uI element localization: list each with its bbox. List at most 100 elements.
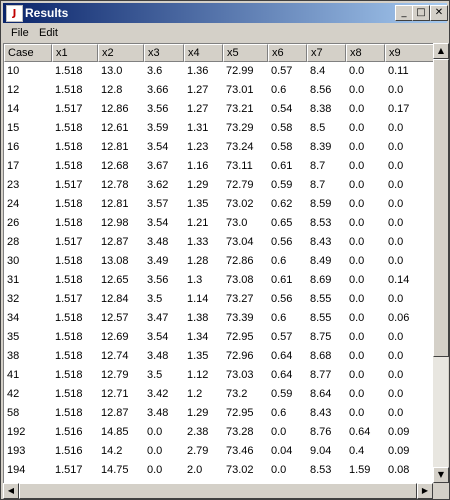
table-cell: 12 <box>7 84 20 96</box>
table-cell: 0.04 <box>271 445 293 457</box>
menu-edit[interactable]: Edit <box>35 26 62 41</box>
table-cell: 3.48 <box>147 407 169 419</box>
table-cell: 73.01 <box>226 84 254 96</box>
table-row[interactable]: 16 1.518 12.81 3.54 1.23 73.24 0.58 8.39 0.0 0.0 <box>4 138 434 157</box>
table-cell: 0.0 <box>388 198 404 210</box>
table-row[interactable]: 10 1.518 13.0 3.6 1.36 72.99 0.57 8.4 0.0 0.11 <box>4 62 434 81</box>
table-row[interactable]: 26 1.518 12.98 3.54 1.21 73.0 0.65 8.53 0.0 0.0 <box>4 214 434 233</box>
table-row[interactable]: 58 1.518 12.87 3.48 1.29 72.95 0.6 8.43 0.0 0.0 <box>4 404 434 423</box>
table-cell: 1.517 <box>55 103 83 115</box>
table-row[interactable]: 12 1.518 12.8 3.66 1.27 73.01 0.6 8.56 0.0 0.0 <box>4 81 434 100</box>
column-header-x5[interactable]: x5 <box>223 44 268 62</box>
table-row[interactable]: 42 1.518 12.71 3.42 1.2 73.2 0.59 8.64 0.0 0.0 <box>4 385 434 404</box>
scroll-right-icon[interactable]: ▶ <box>417 483 433 499</box>
table-cell: 73.0 <box>226 217 248 229</box>
table-cell: 72.95 <box>226 331 254 343</box>
scroll-left-icon[interactable]: ◀ <box>3 483 19 499</box>
table-cell: 1.518 <box>55 160 83 172</box>
table-cell: 0.6 <box>271 255 287 267</box>
table-cell: 26 <box>7 217 20 229</box>
table-row[interactable]: 23 1.517 12.78 3.62 1.29 72.79 0.59 8.7 0.0 0.0 <box>4 176 434 195</box>
table-cell: 3.54 <box>147 331 169 343</box>
table-cell: 0.6 <box>271 84 287 96</box>
table-cell: 23 <box>7 179 20 191</box>
results-window: J Results _ □ ✕ File Edit Case x1 x2 x3 x4 x5… <box>0 0 450 500</box>
column-header-x9[interactable]: x9 <box>385 44 434 62</box>
table-row[interactable]: 41 1.518 12.79 3.5 1.12 73.03 0.64 8.77 0.0 0.0 <box>4 366 434 385</box>
table-cell: 1.59 <box>349 464 371 476</box>
table-cell: 73.02 <box>226 464 254 476</box>
table-cell: 0.0 <box>388 160 404 172</box>
column-header-x4[interactable]: x4 <box>184 44 223 62</box>
table-cell: 3.57 <box>147 198 169 210</box>
column-header-x3[interactable]: x3 <box>144 44 184 62</box>
table-cell: 0.65 <box>271 217 293 229</box>
horizontal-scroll-thumb[interactable] <box>19 483 417 499</box>
table-cell: 8.77 <box>310 369 332 381</box>
table-cell: 192 <box>7 426 26 438</box>
table-cell: 2.38 <box>187 426 209 438</box>
results-table: Case x1 x2 x3 x4 x5 x6 x7 x8 x9 10 1.518 13.0 3.6 1.3… <box>3 43 434 484</box>
table-cell: 30 <box>7 255 20 267</box>
table-row[interactable]: 31 1.518 12.65 3.56 1.3 73.08 0.61 8.69 0.0 0.14 <box>4 271 434 290</box>
table-row[interactable]: 24 1.518 12.81 3.57 1.35 73.02 0.62 8.59 0.0 0.0 <box>4 195 434 214</box>
vertical-scrollbar[interactable]: ▲ ▼ <box>433 43 449 483</box>
table-cell: 3.66 <box>147 84 169 96</box>
table-row[interactable]: 30 1.518 13.08 3.49 1.28 72.86 0.6 8.49 0.0 0.0 <box>4 252 434 271</box>
table-cell: 194 <box>7 464 26 476</box>
table-cell: 0.0 <box>349 236 365 248</box>
table-cell: 28 <box>7 236 20 248</box>
table-cell: 0.0 <box>147 464 163 476</box>
table-cell: 8.68 <box>310 350 332 362</box>
minimize-button[interactable]: _ <box>395 5 413 21</box>
table-cell: 34 <box>7 312 20 324</box>
column-header-case[interactable]: Case <box>4 44 52 62</box>
horizontal-scrollbar[interactable]: ◀ ▶ <box>3 483 433 499</box>
table-cell: 73.46 <box>226 445 254 457</box>
table-cell: 8.7 <box>310 160 326 172</box>
table-cell: 0.0 <box>388 122 404 134</box>
table-cell: 0.58 <box>271 122 293 134</box>
vertical-scroll-thumb[interactable] <box>433 59 449 357</box>
maximize-button[interactable]: □ <box>412 5 430 21</box>
title-bar[interactable]: J Results _ □ ✕ <box>3 3 448 23</box>
table-cell: 0.0 <box>349 65 365 77</box>
column-header-x1[interactable]: x1 <box>52 44 98 62</box>
close-button[interactable]: ✕ <box>430 5 448 21</box>
table-cell: 0.62 <box>271 198 293 210</box>
table-row[interactable]: 193 1.516 14.2 0.0 2.79 73.46 0.04 9.04 0.4 0.09 <box>4 442 434 461</box>
table-cell: 1.518 <box>55 84 83 96</box>
table-cell: 0.4 <box>349 445 365 457</box>
column-header-x6[interactable]: x6 <box>268 44 307 62</box>
column-header-x7[interactable]: x7 <box>307 44 346 62</box>
table-row[interactable]: 194 1.517 14.75 0.0 2.0 73.02 0.0 8.53 1.59 0.08 <box>4 461 434 480</box>
table-cell: 2.79 <box>187 445 209 457</box>
table-cell: 1.516 <box>55 426 83 438</box>
menu-file[interactable]: File <box>7 26 33 41</box>
table-cell: 0.0 <box>349 122 365 134</box>
table-cell: 15 <box>7 122 20 134</box>
table-row[interactable]: 192 1.516 14.85 0.0 2.38 73.28 0.0 8.76 0.64 0.09 <box>4 423 434 442</box>
table-cell: 1.2 <box>187 388 203 400</box>
table-cell: 0.0 <box>388 255 404 267</box>
table-cell: 31 <box>7 274 20 286</box>
table-cell: 14.75 <box>101 464 129 476</box>
table-row[interactable]: 15 1.518 12.61 3.59 1.31 73.29 0.58 8.5 0.0 0.0 <box>4 119 434 138</box>
table-row[interactable]: 32 1.517 12.84 3.5 1.14 73.27 0.56 8.55 0.0 0.0 <box>4 290 434 309</box>
table-cell: 1.36 <box>187 65 209 77</box>
table-row[interactable]: 14 1.517 12.86 3.56 1.27 73.21 0.54 8.38 0.0 0.17 <box>4 100 434 119</box>
table-cell: 8.76 <box>310 426 332 438</box>
scroll-down-icon[interactable]: ▼ <box>433 467 449 483</box>
table-row[interactable]: 34 1.518 12.57 3.47 1.38 73.39 0.6 8.55 0.0 0.06 <box>4 309 434 328</box>
column-header-x8[interactable]: x8 <box>346 44 385 62</box>
table-row[interactable]: 35 1.518 12.69 3.54 1.34 72.95 0.57 8.75 0.0 0.0 <box>4 328 434 347</box>
table-cell: 0.09 <box>388 426 410 438</box>
table-row[interactable]: 28 1.517 12.87 3.48 1.33 73.04 0.56 8.43 0.0 0.0 <box>4 233 434 252</box>
scroll-up-icon[interactable]: ▲ <box>433 43 449 59</box>
table-row[interactable]: 38 1.518 12.74 3.48 1.35 72.96 0.64 8.68 0.0 0.0 <box>4 347 434 366</box>
column-header-x2[interactable]: x2 <box>98 44 144 62</box>
table-cell: 0.59 <box>271 388 293 400</box>
table-cell: 3.49 <box>147 255 169 267</box>
table-cell: 0.64 <box>271 350 293 362</box>
table-row[interactable]: 17 1.518 12.68 3.67 1.16 73.11 0.61 8.7 0.0 0.0 <box>4 157 434 176</box>
